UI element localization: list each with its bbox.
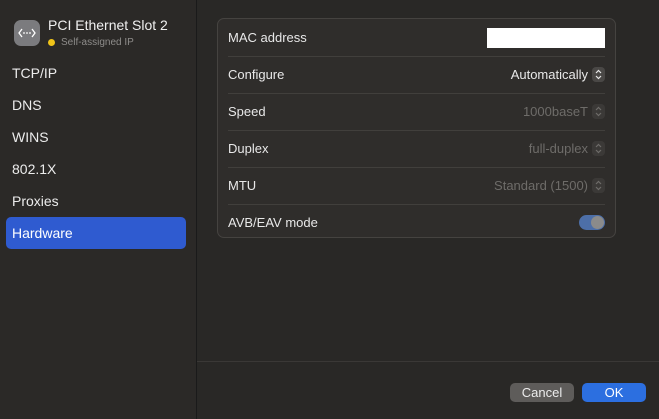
- footer-divider: [197, 361, 659, 362]
- avb-eav-toggle[interactable]: [579, 215, 605, 230]
- mtu-value: Standard (1500): [494, 178, 588, 193]
- speed-label: Speed: [228, 104, 266, 119]
- avb-eav-row: AVB/EAV mode: [218, 204, 609, 241]
- mtu-label: MTU: [228, 178, 257, 193]
- sidebar-item-wins[interactable]: WINS: [6, 121, 186, 153]
- duplex-row: Duplex full-duplex: [218, 130, 609, 167]
- configure-row: Configure Automatically: [218, 56, 609, 93]
- speed-row: Speed 1000baseT: [218, 93, 609, 130]
- mac-address-value: [487, 27, 605, 48]
- avb-eav-label: AVB/EAV mode: [228, 215, 318, 230]
- mtu-select: Standard (1500): [494, 178, 605, 193]
- sidebar-nav: TCP/IP DNS WINS 802.1X Proxies Hardware: [6, 57, 186, 249]
- configure-select[interactable]: Automatically: [511, 67, 605, 82]
- speed-select: 1000baseT: [523, 104, 605, 119]
- duplex-select: full-duplex: [529, 141, 605, 156]
- interface-header: PCI Ethernet Slot 2 Self-assigned IP: [12, 16, 192, 52]
- mac-address-label: MAC address: [228, 30, 307, 45]
- network-icon: [14, 20, 40, 46]
- network-settings-window: PCI Ethernet Slot 2 Self-assigned IP TCP…: [0, 0, 659, 419]
- chevron-up-down-icon: [592, 141, 605, 156]
- duplex-label: Duplex: [228, 141, 269, 156]
- sidebar-item-tcpip[interactable]: TCP/IP: [6, 57, 186, 89]
- sidebar-item-hardware[interactable]: Hardware: [6, 217, 186, 249]
- sidebar-item-proxies[interactable]: Proxies: [6, 185, 186, 217]
- ok-button[interactable]: OK: [582, 383, 646, 402]
- configure-label: Configure: [228, 67, 285, 82]
- speed-value: 1000baseT: [522, 104, 588, 119]
- hardware-settings-group: MAC address Configure Automatically Spee…: [217, 18, 616, 238]
- chevron-up-down-icon: [592, 67, 605, 82]
- chevron-up-down-icon: [592, 178, 605, 193]
- cancel-button[interactable]: Cancel: [510, 383, 574, 402]
- chevron-up-down-icon: [592, 104, 605, 119]
- sidebar: PCI Ethernet Slot 2 Self-assigned IP TCP…: [0, 0, 197, 419]
- interface-title: PCI Ethernet Slot 2: [48, 17, 168, 33]
- mac-address-row: MAC address: [218, 19, 609, 56]
- interface-status: Self-assigned IP: [48, 37, 134, 48]
- status-text: Self-assigned IP: [61, 37, 134, 48]
- configure-value: Automatically: [510, 67, 588, 82]
- hardware-panel: MAC address Configure Automatically Spee…: [197, 0, 659, 419]
- sidebar-item-8021x[interactable]: 802.1X: [6, 153, 186, 185]
- status-dot-icon: [48, 39, 55, 46]
- mtu-row: MTU Standard (1500): [218, 167, 609, 204]
- sidebar-item-dns[interactable]: DNS: [6, 89, 186, 121]
- duplex-value: full-duplex: [528, 141, 588, 156]
- toggle-knob: [591, 216, 604, 229]
